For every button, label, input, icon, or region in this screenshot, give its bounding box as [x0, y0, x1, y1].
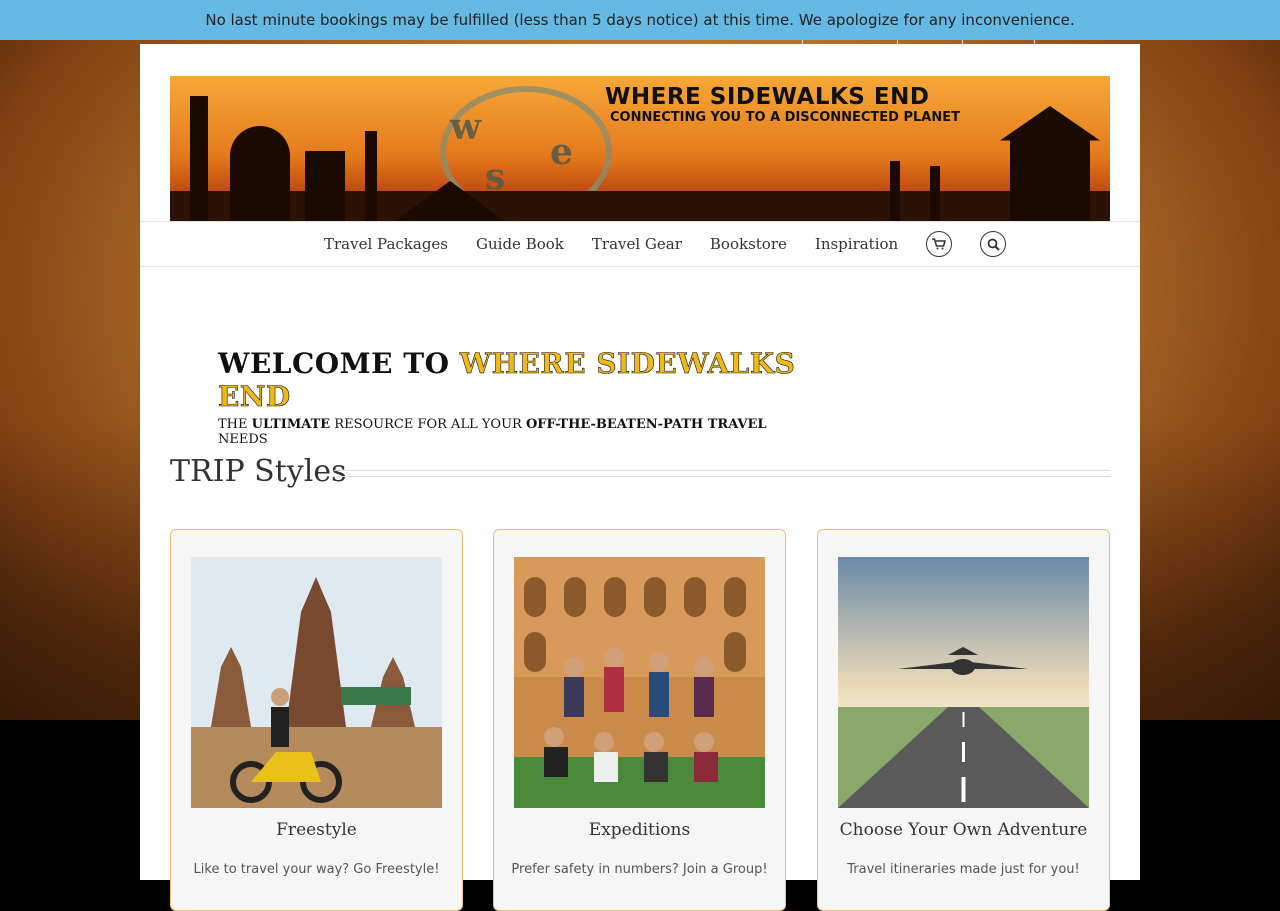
nav-travel-gear[interactable]: Travel Gear	[592, 235, 682, 253]
welcome-tagline: THE ULTIMATE RESOURCE FOR ALL YOUR OFF-T…	[218, 417, 818, 447]
statue-silhouette	[190, 96, 208, 221]
card-title[interactable]: Expeditions	[494, 820, 785, 840]
logo-letter: w	[450, 106, 481, 148]
header-banner[interactable]: w s e WHERE SIDEWALKS END CONNECTING YOU…	[170, 76, 1110, 221]
tagline-part: ULTIMATE	[251, 417, 331, 432]
section-title: TRIP Styles	[170, 454, 347, 489]
page-container: w s e WHERE SIDEWALKS END CONNECTING YOU…	[140, 44, 1140, 911]
tagline-part: OFF-THE-BEATEN-PATH TRAVEL	[525, 417, 767, 432]
welcome-heading: WELCOME TO WHERE SIDEWALKS END	[218, 347, 818, 414]
trip-card-expeditions[interactable]: Expeditions Prefer safety in numbers? Jo…	[493, 529, 786, 911]
logo-letter: e	[550, 131, 573, 173]
banner-title: WHERE SIDEWALKS END	[605, 84, 930, 110]
trip-card-freestyle[interactable]: Freestyle Like to travel your way? Go Fr…	[170, 529, 463, 911]
card-description: Like to travel your way? Go Freestyle!	[193, 862, 440, 877]
traveler-silhouette	[930, 166, 940, 221]
nav-inspiration[interactable]: Inspiration	[815, 235, 898, 253]
card-description: Travel itineraries made just for you!	[847, 862, 1080, 877]
hut-silhouette	[1000, 106, 1100, 221]
banner-subtitle: CONNECTING YOU TO A DISCONNECTED PLANET	[610, 110, 960, 125]
background-silhouette-left	[0, 420, 140, 720]
search-icon[interactable]	[980, 231, 1007, 257]
cart-icon[interactable]	[926, 231, 953, 257]
welcome-banner: WELCOME TO WHERE SIDEWALKS END THE ULTIM…	[218, 347, 818, 447]
background-silhouette-right	[1140, 420, 1280, 720]
card-image[interactable]	[191, 557, 442, 808]
dome-silhouette	[230, 126, 290, 221]
card-title[interactable]: Freestyle	[171, 820, 462, 840]
trip-card-choose-your-own-adventure[interactable]: Choose Your Own Adventure Travel itinera…	[817, 529, 1110, 911]
nav-travel-packages[interactable]: Travel Packages	[324, 235, 448, 253]
tagline-part: RESOURCE FOR ALL YOUR	[330, 417, 526, 432]
traveler-silhouette	[890, 161, 900, 221]
tower-silhouette	[365, 131, 377, 221]
card-description: Prefer safety in numbers? Join a Group!	[511, 862, 768, 877]
temple-silhouette	[305, 151, 345, 221]
card-title[interactable]: Choose Your Own Adventure	[818, 820, 1109, 840]
nav-bookstore[interactable]: Bookstore	[710, 235, 787, 253]
notice-text: No last minute bookings may be fulfilled…	[205, 11, 1075, 29]
section-divider	[334, 470, 1110, 477]
tagline-part: THE	[218, 417, 252, 432]
card-image[interactable]	[838, 557, 1089, 808]
main-nav: Travel Packages Guide Book Travel Gear B…	[140, 221, 1140, 267]
tagline-part: NEEDS	[218, 432, 268, 447]
nav-guide-book[interactable]: Guide Book	[476, 235, 564, 253]
welcome-heading-prefix: WELCOME TO	[218, 347, 460, 380]
card-image[interactable]	[514, 557, 765, 808]
notice-bar: No last minute bookings may be fulfilled…	[0, 0, 1280, 40]
